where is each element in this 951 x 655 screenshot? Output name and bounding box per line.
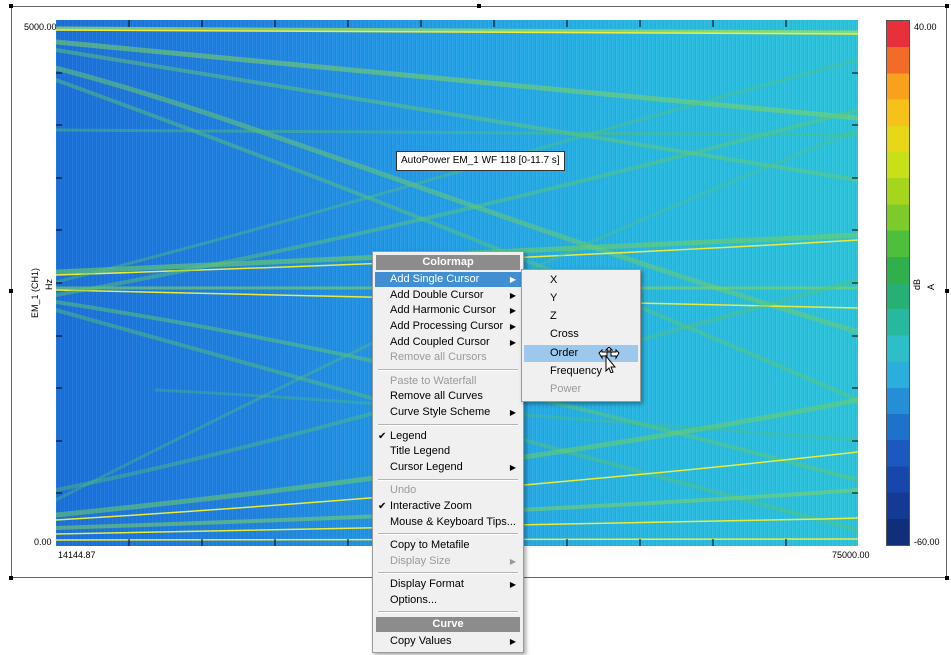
- checkmark-icon: ✔: [378, 501, 387, 512]
- menu-item-remove-all-cursors[interactable]: Remove all Cursors: [375, 350, 521, 365]
- submenu-item-y[interactable]: Y: [524, 290, 638, 307]
- submenu-item-z[interactable]: Z: [524, 308, 638, 325]
- menu-item-interactive-zoom[interactable]: ✔ Interactive Zoom: [375, 499, 521, 514]
- submenu-item-order[interactable]: Order: [524, 345, 638, 362]
- submenu-arrow-icon: ▶: [509, 580, 516, 589]
- menu-item-add-coupled-cursor[interactable]: Add Coupled Cursor ▶: [375, 335, 521, 350]
- resize-handle[interactable]: [477, 4, 481, 8]
- submenu-arrow-icon: ▶: [509, 408, 516, 417]
- submenu-arrow-icon: ▶: [509, 306, 516, 315]
- menu-item-label: Paste to Waterfall: [390, 375, 477, 387]
- menu-item-mouse-keyboard-tips[interactable]: Mouse & Keyboard Tips...: [375, 515, 521, 530]
- menu-separator: [378, 611, 518, 613]
- menu-header-curve: Curve: [376, 617, 520, 632]
- menu-item-undo[interactable]: Undo: [375, 483, 521, 498]
- menu-item-curve-style-scheme[interactable]: Curve Style Scheme ▶: [375, 405, 521, 420]
- menu-item-label: Remove all Cursors: [390, 351, 487, 363]
- submenu-arrow-icon: ▶: [509, 557, 516, 566]
- menu-item-label: Cursor Legend: [390, 461, 463, 473]
- menu-item-label: Mouse & Keyboard Tips...: [390, 516, 516, 528]
- menu-item-label: Display Format: [390, 578, 464, 590]
- menu-item-label: Options...: [390, 594, 438, 606]
- menu-item-copy-to-metafile[interactable]: Copy to Metafile: [375, 538, 521, 553]
- colorbar-quantity: A: [926, 283, 936, 290]
- colorbar-min-label: -60.00: [914, 537, 940, 547]
- resize-handle[interactable]: [9, 4, 13, 8]
- menu-separator: [378, 479, 518, 481]
- submenu-item-cross[interactable]: Cross: [524, 326, 638, 343]
- menu-item-label: Add Single Cursor: [390, 273, 480, 285]
- submenu-arrow-icon: ▶: [509, 291, 516, 300]
- menu-item-label: Undo: [390, 484, 417, 496]
- context-menu: Colormap Add Single Cursor ▶ Add Double C…: [372, 251, 524, 653]
- menu-item-options[interactable]: Options...: [375, 593, 521, 608]
- submenu-arrow-icon: ▶: [509, 637, 516, 646]
- menu-item-paste-to-waterfall[interactable]: Paste to Waterfall: [375, 374, 521, 389]
- menu-item-add-single-cursor[interactable]: Add Single Cursor ▶: [375, 272, 521, 287]
- menu-item-display-size[interactable]: Display Size ▶: [375, 554, 521, 569]
- submenu-item-frequency[interactable]: Frequency: [524, 363, 638, 380]
- submenu-arrow-icon: ▶: [509, 463, 516, 472]
- menu-item-label: Copy to Metafile: [390, 539, 470, 551]
- resize-handle[interactable]: [945, 4, 949, 8]
- menu-item-add-harmonic-cursor[interactable]: Add Harmonic Cursor ▶: [375, 303, 521, 318]
- submenu-arrow-icon: ▶: [509, 275, 516, 284]
- menu-separator: [378, 572, 518, 574]
- submenu-item-x[interactable]: X: [524, 272, 638, 289]
- menu-item-label: Add Processing Cursor: [390, 320, 504, 332]
- x-max-label: 75000.00: [832, 550, 870, 560]
- y-max-label: 5000.00: [24, 22, 57, 32]
- resize-handle[interactable]: [945, 289, 949, 293]
- menu-item-display-format[interactable]: Display Format ▶: [375, 577, 521, 592]
- colorbar-max-label: 40.00: [914, 22, 937, 32]
- menu-item-cursor-legend[interactable]: Cursor Legend ▶: [375, 460, 521, 475]
- menu-separator: [378, 533, 518, 535]
- menu-item-label: Curve Style Scheme: [390, 406, 491, 418]
- menu-separator: [378, 424, 518, 426]
- y-min-label: 0.00: [34, 537, 52, 547]
- curve-tooltip: AutoPower EM_1 WF 118 [0-11.7 s]: [396, 151, 565, 171]
- move-cursor-icon: [598, 347, 620, 373]
- colorbar-unit: dB: [912, 278, 922, 290]
- menu-item-label: Remove all Curves: [390, 390, 483, 402]
- menu-item-label: Add Double Cursor: [390, 289, 484, 301]
- menu-item-add-double-cursor[interactable]: Add Double Cursor ▶: [375, 288, 521, 303]
- menu-item-label: Add Harmonic Cursor: [390, 304, 496, 316]
- menu-item-remove-all-curves[interactable]: Remove all Curves: [375, 389, 521, 404]
- x-min-label: 14144.87: [58, 550, 96, 560]
- menu-item-label: Display Size: [390, 555, 451, 567]
- menu-item-title-legend[interactable]: Title Legend: [375, 444, 521, 459]
- menu-header-colormap: Colormap: [376, 255, 520, 270]
- menu-item-add-processing-cursor[interactable]: Add Processing Cursor ▶: [375, 319, 521, 334]
- menu-item-label: Add Coupled Cursor: [390, 336, 490, 348]
- cursor-submenu: X Y Z Cross Order Frequency Power: [521, 269, 641, 402]
- menu-item-legend[interactable]: ✔ Legend: [375, 429, 521, 444]
- menu-separator: [378, 369, 518, 371]
- submenu-arrow-icon: ▶: [509, 338, 516, 347]
- menu-item-label: Title Legend: [390, 445, 451, 457]
- checkmark-icon: ✔: [378, 431, 387, 442]
- resize-handle[interactable]: [9, 289, 13, 293]
- colorbar: [886, 20, 910, 546]
- submenu-arrow-icon: ▶: [509, 322, 516, 331]
- resize-handle[interactable]: [945, 576, 949, 580]
- menu-item-label: Interactive Zoom: [390, 500, 472, 512]
- menu-item-label: Legend: [390, 430, 427, 442]
- y-axis-label: EM_1 (CH1): [30, 267, 40, 318]
- y-axis-unit: Hz: [44, 279, 54, 290]
- menu-item-copy-values[interactable]: Copy Values ▶: [375, 634, 521, 649]
- resize-handle[interactable]: [9, 576, 13, 580]
- menu-item-label: Copy Values: [390, 635, 452, 647]
- submenu-item-power[interactable]: Power: [524, 381, 638, 398]
